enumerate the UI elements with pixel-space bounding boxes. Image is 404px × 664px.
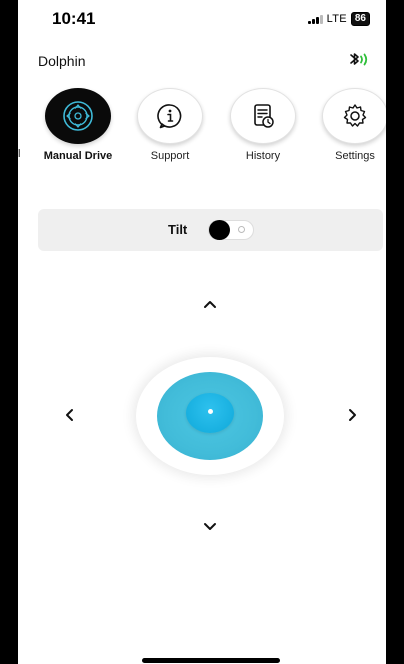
nav-button-support[interactable] — [137, 88, 203, 144]
nav-label-history: History — [245, 150, 281, 162]
tilt-toggle[interactable] — [208, 220, 254, 240]
nav-label-manual-drive: Manual Drive — [43, 150, 113, 162]
nav-item-settings[interactable]: Settings — [313, 88, 386, 162]
nav-button-manual-drive[interactable] — [45, 88, 111, 144]
status-bar: 10:41 LTE 86 — [18, 0, 386, 44]
signal-icon — [307, 14, 323, 24]
nav-item-support[interactable]: Support — [128, 88, 212, 162]
info-icon — [157, 104, 182, 129]
battery-icon: 86 — [350, 12, 370, 26]
nav-button-settings[interactable] — [322, 88, 386, 144]
app-screen: 10:41 LTE 86 Dolphin l Manual Drive Supp… — [18, 0, 386, 664]
chevron-left-icon[interactable] — [58, 403, 82, 427]
device-name: Dolphin — [38, 53, 86, 69]
joystick-center-dot — [208, 409, 213, 414]
feature-nav: l Manual Drive Support History Settings — [18, 88, 386, 168]
chevron-up-icon[interactable] — [198, 292, 222, 316]
gamepad-icon — [63, 101, 93, 131]
status-time: 10:41 — [52, 9, 96, 28]
toggle-off-indicator — [238, 226, 245, 233]
bluetooth-connected-icon[interactable] — [344, 50, 374, 70]
tilt-control: Tilt — [38, 209, 383, 251]
nav-item-manual-drive[interactable]: Manual Drive — [36, 88, 120, 162]
status-indicators: LTE 86 — [307, 12, 370, 26]
nav-item-partial-label[interactable]: l — [18, 148, 20, 160]
gear-icon — [343, 104, 367, 127]
history-icon — [254, 104, 274, 128]
nav-button-history[interactable] — [230, 88, 296, 144]
nav-label-settings: Settings — [335, 150, 375, 162]
tilt-label: Tilt — [168, 222, 188, 237]
toggle-knob — [209, 220, 230, 240]
home-indicator[interactable] — [142, 658, 280, 663]
nav-item-history[interactable]: History — [221, 88, 305, 162]
nav-label-support: Support — [150, 150, 190, 162]
chevron-down-icon[interactable] — [198, 514, 222, 538]
chevron-right-icon[interactable] — [340, 403, 364, 427]
network-type: LTE — [326, 13, 347, 25]
